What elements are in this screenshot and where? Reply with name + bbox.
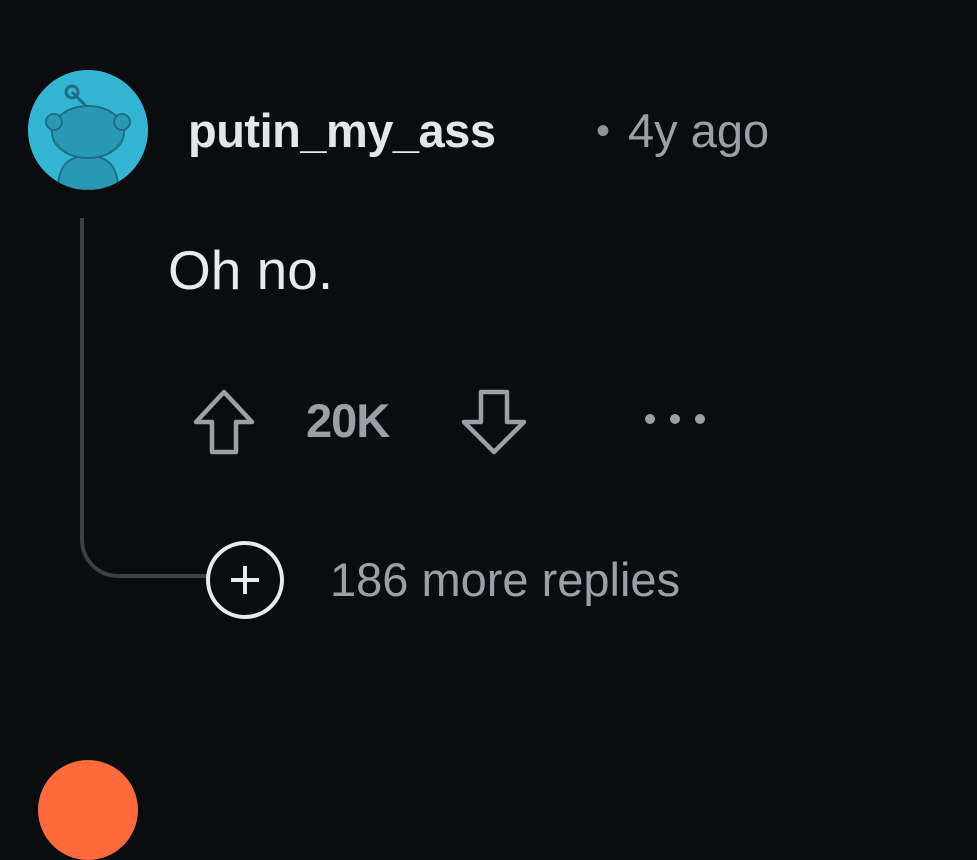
more-replies-button[interactable]: 186 more replies	[206, 538, 680, 622]
comment: putin_my_ass • 4y ago Oh no. 20K 186 mor…	[0, 0, 977, 860]
upvote-arrow-icon	[193, 389, 255, 455]
next-comment-avatar[interactable]	[38, 760, 138, 860]
more-replies-label[interactable]: 186 more replies	[330, 555, 680, 605]
upvote-button[interactable]	[190, 386, 258, 458]
snoo-avatar-icon[interactable]	[28, 70, 148, 190]
dot	[645, 414, 655, 424]
dot	[695, 414, 705, 424]
timestamp: 4y ago	[628, 104, 770, 157]
separator-dot: •	[596, 109, 611, 153]
comment-body: Oh no.	[168, 239, 334, 301]
more-options-icon[interactable]	[645, 404, 705, 434]
plus-circle-icon[interactable]	[206, 541, 284, 619]
downvote-arrow-icon	[461, 389, 527, 455]
downvote-button[interactable]	[456, 386, 532, 458]
username[interactable]: putin_my_ass	[188, 106, 496, 156]
vote-score: 20K	[306, 394, 390, 447]
dot	[670, 414, 680, 424]
